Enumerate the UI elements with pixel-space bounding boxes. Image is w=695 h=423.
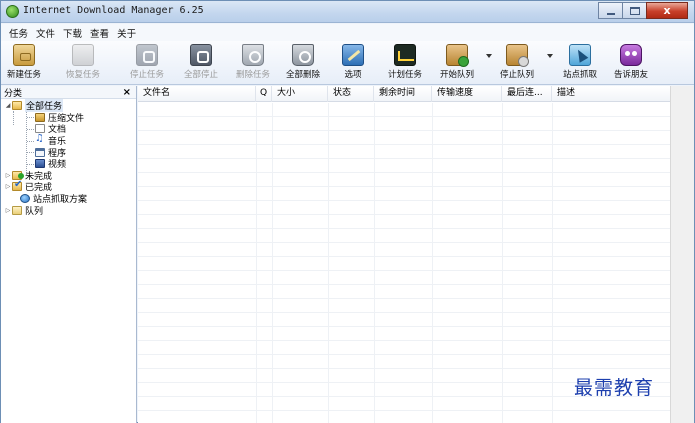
site-grabber-button[interactable]: 站点抓取 xyxy=(558,43,602,83)
column-transfer-rate[interactable]: 传输速度 xyxy=(432,86,502,102)
maximize-button[interactable] xyxy=(622,2,647,19)
column-divider xyxy=(272,103,273,423)
idm-window: Internet Download Manager 6.25 x 任务 文件 下… xyxy=(0,0,695,423)
expand-arrow-icon[interactable]: ▷ xyxy=(4,183,12,190)
menu-about[interactable]: 关于 xyxy=(117,26,136,40)
column-divider xyxy=(552,103,553,423)
menu-view[interactable]: 查看 xyxy=(90,26,109,40)
category-tree: ◢ 全部任务 压缩文件 文档 音乐 程序 视频 xyxy=(1,99,136,217)
start-queue-dropdown-arrow[interactable] xyxy=(486,54,492,58)
new-task-button[interactable]: 新建任务 xyxy=(4,43,44,83)
stop-queue-icon xyxy=(506,44,529,67)
close-categories-button[interactable]: × xyxy=(123,87,131,98)
start-queue-button[interactable]: 开始队列 xyxy=(435,43,479,83)
new-task-icon xyxy=(13,44,35,66)
options-icon xyxy=(342,44,364,66)
tree-item-compressed[interactable]: 压缩文件 xyxy=(1,112,136,124)
maximize-icon xyxy=(630,7,640,15)
queue-folder-icon xyxy=(12,205,22,215)
collapse-arrow-icon[interactable]: ◢ xyxy=(4,102,12,109)
resume-button[interactable]: 恢复任务 xyxy=(63,43,103,83)
tree-item-grabber-projects[interactable]: 站点抓取方案 xyxy=(1,193,136,205)
window-controls: x xyxy=(598,2,688,19)
stop-queue-dropdown-arrow[interactable] xyxy=(547,54,553,58)
delete-icon xyxy=(242,44,264,66)
close-button[interactable]: x xyxy=(646,2,688,19)
tree-item-all-downloads[interactable]: ◢ 全部任务 xyxy=(1,99,136,113)
zip-archive-icon xyxy=(35,112,45,122)
tree-item-documents[interactable]: 文档 xyxy=(1,123,136,135)
idm-globe-icon xyxy=(6,5,19,18)
vertical-scrollbar[interactable] xyxy=(670,86,694,423)
list-header: 文件名 Q 大小 状态 剩余时间 传输速度 最后连... 描述 xyxy=(138,86,670,102)
column-divider xyxy=(432,103,433,423)
minimize-icon xyxy=(607,13,615,15)
stop-button[interactable]: 停止任务 xyxy=(127,43,167,83)
tell-friend-icon xyxy=(620,44,642,66)
program-window-icon xyxy=(35,147,45,157)
stop-icon xyxy=(136,44,158,66)
categories-header: 分类 × xyxy=(1,86,136,99)
tree-item-queues[interactable]: ▷ 队列 xyxy=(1,204,136,217)
resume-icon xyxy=(72,44,94,66)
site-grabber-icon xyxy=(569,44,591,66)
delete-all-button[interactable]: 全部删除 xyxy=(281,43,325,83)
window-title: Internet Download Manager 6.25 xyxy=(23,5,204,16)
column-file-name[interactable]: 文件名 xyxy=(138,86,256,102)
options-button[interactable]: 选项 xyxy=(337,43,369,83)
toolbar: 新建任务 恢复任务 停止任务 全部停止 删除任务 全部删除 选项 计划任务 开始… xyxy=(1,41,694,85)
menu-bar: 任务 文件 下载 查看 关于 xyxy=(1,24,694,41)
delete-all-icon xyxy=(292,44,314,66)
column-status[interactable]: 状态 xyxy=(328,86,374,102)
tree-item-video[interactable]: 视频 xyxy=(1,158,136,170)
delete-button[interactable]: 删除任务 xyxy=(231,43,275,83)
column-queue[interactable]: Q xyxy=(256,86,272,102)
site-grabber-globe-icon xyxy=(20,194,30,204)
scheduler-icon xyxy=(394,44,416,66)
start-queue-icon xyxy=(446,44,469,67)
menu-tasks[interactable]: 任务 xyxy=(9,26,28,40)
music-note-icon xyxy=(35,133,45,145)
categories-title: 分类 xyxy=(4,88,23,99)
column-divider xyxy=(256,103,257,423)
expand-arrow-icon[interactable]: ▷ xyxy=(4,207,12,214)
close-icon: x xyxy=(663,4,671,17)
tree-item-completed[interactable]: ▷ 已完成 xyxy=(1,179,136,193)
categories-panel: 分类 × ◢ 全部任务 压缩文件 文档 ♫ 音乐 程序 视频 ▷ 未完成 ▷ ✔… xyxy=(1,86,137,423)
stop-all-button[interactable]: 全部停止 xyxy=(179,43,223,83)
title-bar[interactable]: Internet Download Manager 6.25 x xyxy=(1,1,694,23)
menu-downloads[interactable]: 下载 xyxy=(63,26,82,40)
column-time-left[interactable]: 剩余时间 xyxy=(374,86,432,102)
open-folder-icon xyxy=(12,101,22,111)
expand-arrow-icon[interactable]: ▷ xyxy=(4,172,12,179)
column-description[interactable]: 描述 xyxy=(552,86,670,102)
completed-folder-icon xyxy=(12,179,22,192)
menu-file[interactable]: 文件 xyxy=(36,26,55,40)
column-divider xyxy=(374,103,375,423)
watermark-text: 最需教育 xyxy=(574,377,655,399)
column-divider xyxy=(328,103,329,423)
tree-item-music[interactable]: 音乐 xyxy=(1,133,136,147)
stop-all-icon xyxy=(190,44,212,66)
video-film-icon xyxy=(35,159,45,169)
scheduler-button[interactable]: 计划任务 xyxy=(383,43,427,83)
minimize-button[interactable] xyxy=(598,2,623,19)
tell-friend-button[interactable]: 告诉朋友 xyxy=(609,43,653,83)
tree-item-programs[interactable]: 程序 xyxy=(1,146,136,159)
column-divider xyxy=(502,103,503,423)
stop-queue-button[interactable]: 停止队列 xyxy=(495,43,539,83)
column-last-try[interactable]: 最后连... xyxy=(502,86,552,102)
column-size[interactable]: 大小 xyxy=(272,86,328,102)
